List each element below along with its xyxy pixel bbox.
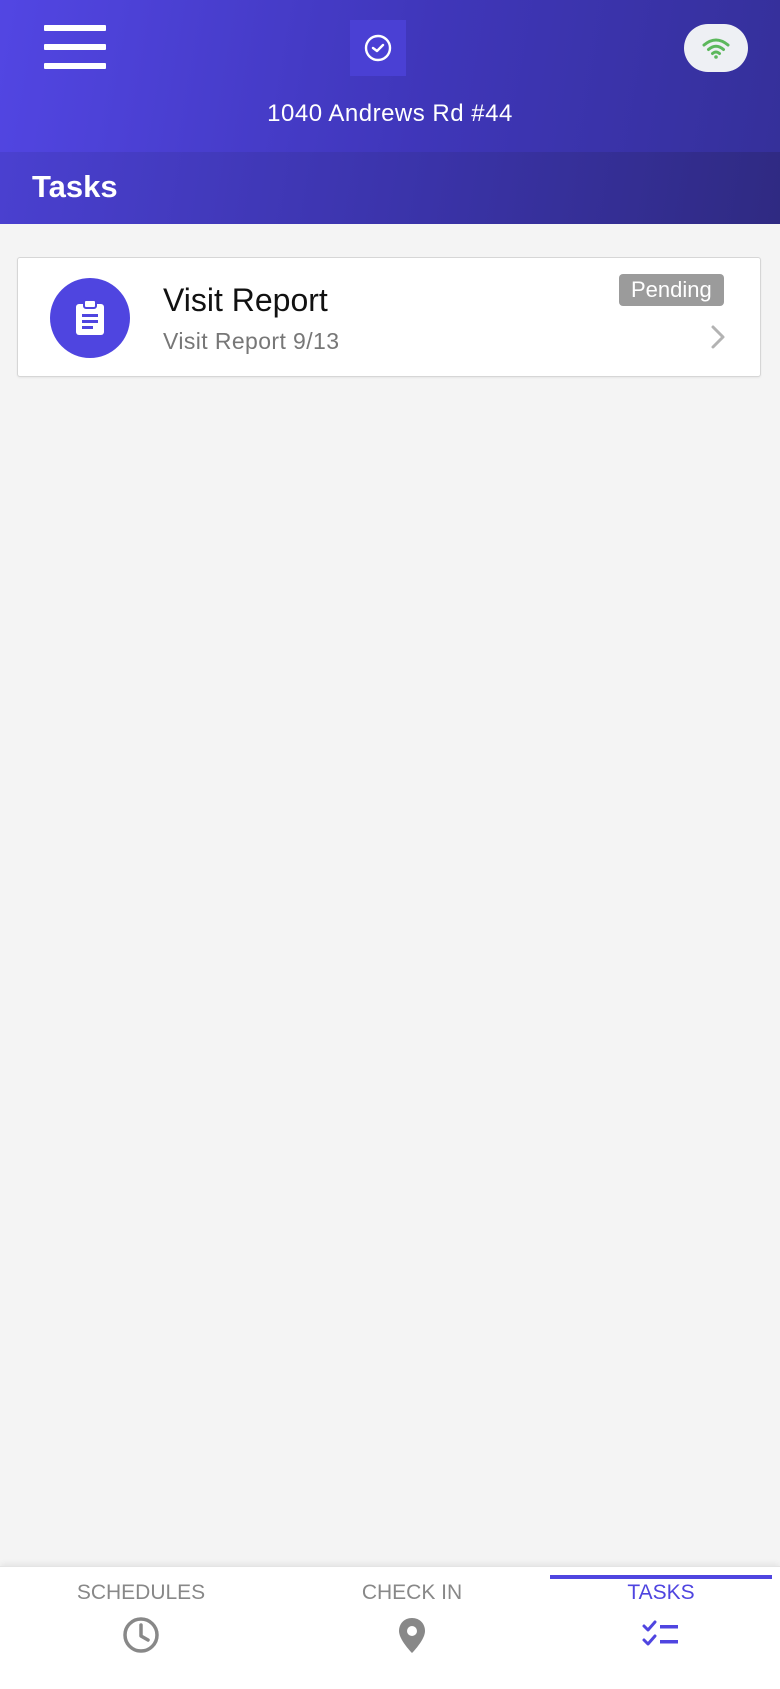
hamburger-menu-icon [44,25,106,31]
address-label: 1040 Andrews Rd #44 [267,100,513,127]
page-header: Tasks [0,152,780,224]
chevron-right-icon [711,325,725,349]
location-pin-icon [399,1618,425,1653]
page-title: Tasks [32,169,118,204]
app-header: 1040 Andrews Rd #44 [0,0,780,152]
nav-schedules-label: SCHEDULES [76,1581,206,1604]
nav-schedules[interactable]: SCHEDULES [0,1567,282,1689]
bottom-navigation: SCHEDULES CHECK IN TASKS [0,1566,780,1689]
clock-check-icon [350,20,406,76]
active-tab-indicator [550,1575,772,1579]
checklist-icon [642,1620,678,1646]
clock-icon [123,1617,159,1653]
connection-status-button[interactable] [684,24,748,72]
clipboard-icon [50,278,130,358]
task-card[interactable]: Visit Report Visit Report 9/13 Pending [17,257,761,377]
nav-check-in[interactable]: CHECK IN [282,1567,542,1689]
status-badge: Pending [619,274,724,306]
task-subtitle: Visit Report 9/13 [163,328,340,354]
nav-check-in-label: CHECK IN [361,1581,463,1604]
wifi-icon [702,38,730,59]
menu-button[interactable] [44,25,106,69]
nav-tasks[interactable]: TASKS [550,1567,772,1689]
task-title: Visit Report [163,282,328,318]
nav-tasks-label: TASKS [627,1581,695,1604]
